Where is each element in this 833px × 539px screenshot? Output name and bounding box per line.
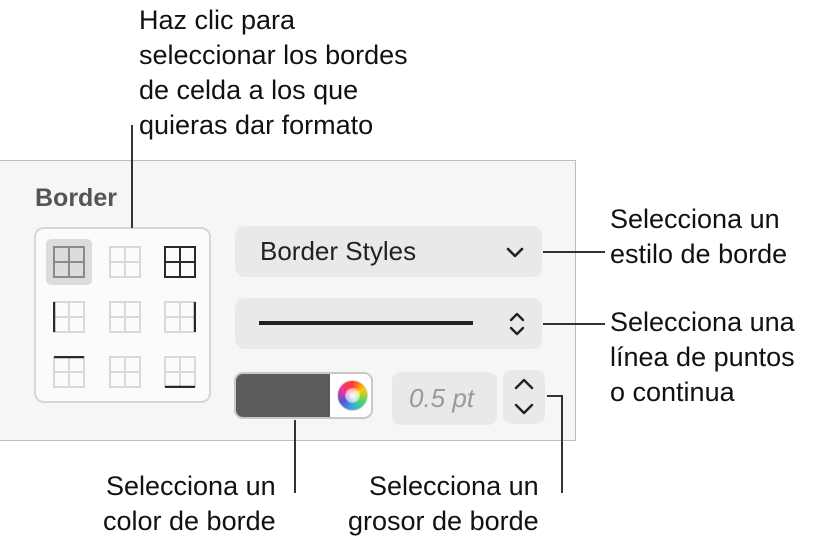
border-styles-popup[interactable]: Border Styles [235, 226, 542, 277]
border-weight-stepper [503, 370, 545, 424]
color-wheel-icon[interactable] [337, 380, 368, 411]
leader-line-select-borders [131, 125, 133, 228]
stepper-down-icon[interactable] [513, 402, 535, 416]
border-selector-grid [34, 227, 211, 403]
border-cell-left[interactable] [46, 294, 92, 340]
section-label-border: Border [35, 184, 117, 212]
border-cell-all[interactable] [46, 239, 92, 285]
all-borders-icon [53, 246, 85, 278]
border-color-well[interactable] [234, 372, 373, 419]
callout-border-style: Selecciona un estilo de borde [610, 204, 788, 269]
border-weight-value: 0.5 pt [409, 383, 475, 413]
callout-line-type: Selecciona una línea de puntos o continu… [610, 307, 795, 407]
bottom-border-icon [164, 356, 196, 388]
inside-borders-icon [109, 246, 141, 278]
leader-line-border-weight-v [561, 395, 563, 493]
border-weight-field[interactable]: 0.5 pt [392, 372, 497, 425]
leader-line-border-weight-h [547, 395, 563, 397]
chevron-down-icon [506, 247, 524, 258]
border-cell-inside[interactable] [102, 239, 148, 285]
border-cell-inside-vertical[interactable] [102, 294, 148, 340]
left-border-icon [53, 301, 85, 333]
border-cell-inside-horizontal[interactable] [102, 349, 148, 395]
border-cell-top[interactable] [46, 349, 92, 395]
callout-border-weight: Selecciona un grosor de borde [348, 471, 539, 536]
up-down-chevron-icon [509, 312, 525, 336]
border-cell-right[interactable] [157, 294, 203, 340]
leader-line-line-type [543, 323, 605, 325]
callout-border-color: Selecciona un color de borde [103, 471, 276, 536]
outside-borders-icon [164, 246, 196, 278]
callout-select-borders: Haz clic para seleccionar los bordes de … [139, 5, 408, 140]
color-swatch[interactable] [236, 374, 330, 417]
leader-line-border-color [294, 420, 296, 493]
right-border-icon [164, 301, 196, 333]
stepper-up-icon[interactable] [513, 377, 535, 391]
border-cell-bottom[interactable] [157, 349, 203, 395]
top-border-icon [53, 356, 85, 388]
inside-vertical-border-icon [109, 301, 141, 333]
leader-line-border-style [543, 251, 605, 253]
border-cell-outside[interactable] [157, 239, 203, 285]
line-style-select[interactable] [235, 298, 542, 349]
border-styles-label: Border Styles [260, 236, 417, 266]
inside-horizontal-border-icon [109, 356, 141, 388]
solid-line-sample [259, 321, 473, 325]
